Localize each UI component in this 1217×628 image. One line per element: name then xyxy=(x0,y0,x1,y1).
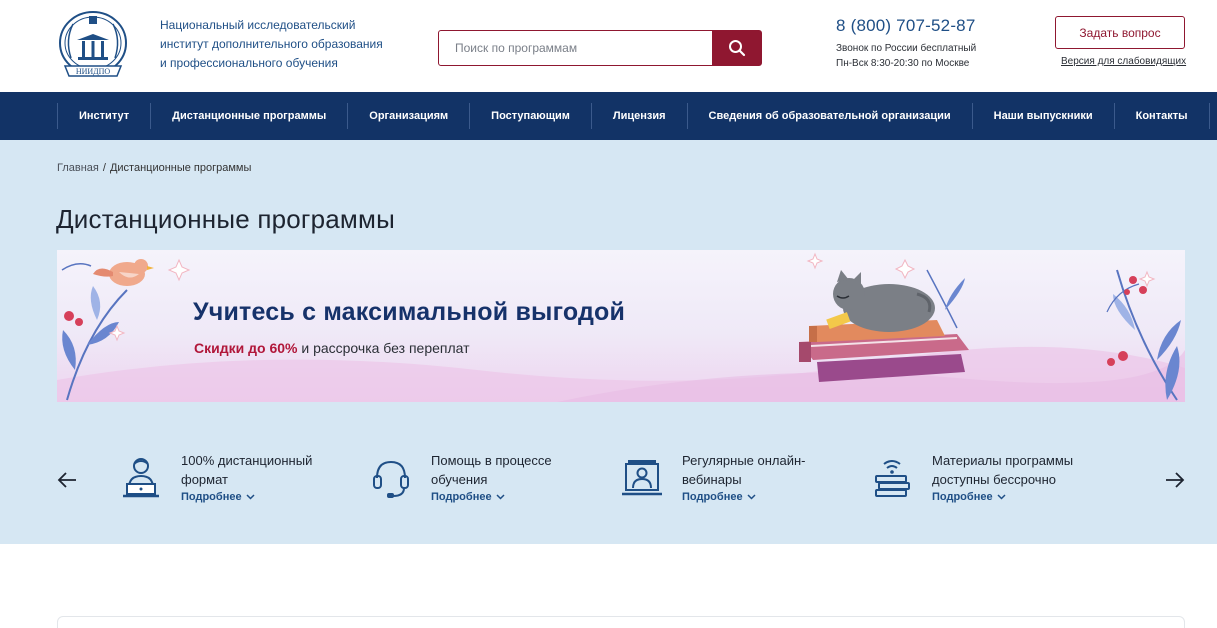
org-name[interactable]: Национальный исследовательский институт … xyxy=(160,16,390,73)
ask-question-button[interactable]: Задать вопрос xyxy=(1055,16,1185,49)
content-area: Главная / Дистанционные программы Дистанци… xyxy=(0,140,1217,544)
feature-text: Регулярные онлайн-вебинары xyxy=(682,451,842,489)
books-stack-icon xyxy=(875,460,910,497)
feature-learning-support: Помощь в процессе обучения Подробнее xyxy=(371,448,591,512)
headset-icon xyxy=(373,460,409,498)
feature-distance-format: 100% дистанционный формат Подробнее xyxy=(121,448,341,512)
more-label: Подробнее xyxy=(932,491,993,503)
nav-item-contacts[interactable]: Контакты xyxy=(1115,103,1210,129)
search-button[interactable] xyxy=(712,31,761,65)
webinar-icon xyxy=(622,460,662,496)
phone-note-line-1: Звонок по России бесплатный xyxy=(836,43,977,54)
accessible-version-link[interactable]: Версия для слабовидящих xyxy=(1061,56,1186,67)
phone-note-line-2: Пн-Вск 8:30-20:30 по Москве xyxy=(836,58,970,69)
breadcrumb-separator: / xyxy=(102,162,106,174)
nav-item-institute[interactable]: Институт xyxy=(58,103,152,129)
breadcrumb-current: Дистанционные программы xyxy=(109,162,252,174)
more-link[interactable]: Подробнее xyxy=(932,491,1006,503)
search-icon xyxy=(728,40,745,57)
feature-text: Материалы программы доступны бессрочно xyxy=(932,451,1092,489)
org-name-line-1: Национальный исследовательский xyxy=(160,18,356,32)
arrow-right-icon[interactable] xyxy=(1165,470,1185,490)
feature-line-2: обучения xyxy=(431,472,488,487)
more-link[interactable]: Подробнее xyxy=(431,491,505,503)
more-link[interactable]: Подробнее xyxy=(181,491,255,503)
banner-subtitle: Скидки до 60% и рассрочка без переплат xyxy=(194,340,470,356)
breadcrumb: Главная / Дистанционные программы xyxy=(57,162,251,174)
nav-item-distance-programs[interactable]: Дистанционные программы xyxy=(151,103,349,129)
phone-note: Звонок по России бесплатный Пн-Вск 8:30-… xyxy=(836,41,976,71)
feature-line-1: 100% дистанционный xyxy=(181,453,313,468)
site-header: НИИДПО Национальный исследовательский ин… xyxy=(0,0,1217,92)
more-label: Подробнее xyxy=(682,491,743,503)
svg-text:НИИДПО: НИИДПО xyxy=(76,67,111,76)
feature-webinars: Регулярные онлайн-вебинары Подробнее xyxy=(622,448,842,512)
feature-line-1: Материалы программы xyxy=(932,453,1074,468)
search-form xyxy=(438,30,762,66)
nav-item-org-info[interactable]: Сведения об образовательной организации xyxy=(688,103,973,129)
books-cat-icon xyxy=(799,270,969,382)
feature-line-2: формат xyxy=(181,472,228,487)
feature-line-1: Регулярные онлайн- xyxy=(682,453,806,468)
feature-text: 100% дистанционный формат xyxy=(181,451,341,489)
more-link[interactable]: Подробнее xyxy=(682,491,756,503)
arrow-left-icon[interactable] xyxy=(57,470,77,490)
sparkle-icons xyxy=(108,252,1156,342)
features-slider: 100% дистанционный формат Подробнее Помощ… xyxy=(0,448,1217,512)
org-name-line-3: и профессионального обучения xyxy=(160,56,338,70)
nav-item-organizations[interactable]: Организациям xyxy=(348,103,471,129)
feature-line-1: Помощь в процессе xyxy=(431,453,552,468)
bird-icon xyxy=(93,259,154,286)
more-label: Подробнее xyxy=(181,491,242,503)
breadcrumb-home-link[interactable]: Главная xyxy=(57,162,99,174)
user-laptop-icon xyxy=(123,458,159,498)
programs-card xyxy=(57,616,1185,628)
nav-item-graduates[interactable]: Наши выпускники xyxy=(973,103,1115,129)
phone-number[interactable]: 8 (800) 707-52-87 xyxy=(836,16,976,36)
feature-line-2: доступны бессрочно xyxy=(932,472,1056,487)
logo-emblem-icon[interactable]: НИИДПО xyxy=(57,10,129,80)
banner-installment: и рассрочка без переплат xyxy=(297,340,470,356)
nav-item-applicants[interactable]: Поступающим xyxy=(470,103,592,129)
main-nav: Институт Дистанционные программы Организ… xyxy=(0,92,1217,140)
page-title: Дистанционные программы xyxy=(56,204,395,234)
org-name-line-2: институт дополнительного образования xyxy=(160,37,383,51)
banner-discount: Скидки до 60% xyxy=(194,340,298,356)
promo-banner[interactable]: Учитесь с максимальной выгодой Скидки до… xyxy=(57,250,1185,402)
chevron-down-icon xyxy=(246,494,255,500)
search-input[interactable] xyxy=(439,31,712,65)
feature-lifetime-materials: Материалы программы доступны бессрочно По… xyxy=(872,448,1092,512)
feature-line-2: вебинары xyxy=(682,472,742,487)
banner-title: Учитесь с максимальной выгодой xyxy=(193,298,626,326)
chevron-down-icon xyxy=(496,494,505,500)
nav-item-license[interactable]: Лицензия xyxy=(592,103,688,129)
more-label: Подробнее xyxy=(431,491,492,503)
feature-text: Помощь в процессе обучения xyxy=(431,451,591,489)
chevron-down-icon xyxy=(997,494,1006,500)
chevron-down-icon xyxy=(747,494,756,500)
